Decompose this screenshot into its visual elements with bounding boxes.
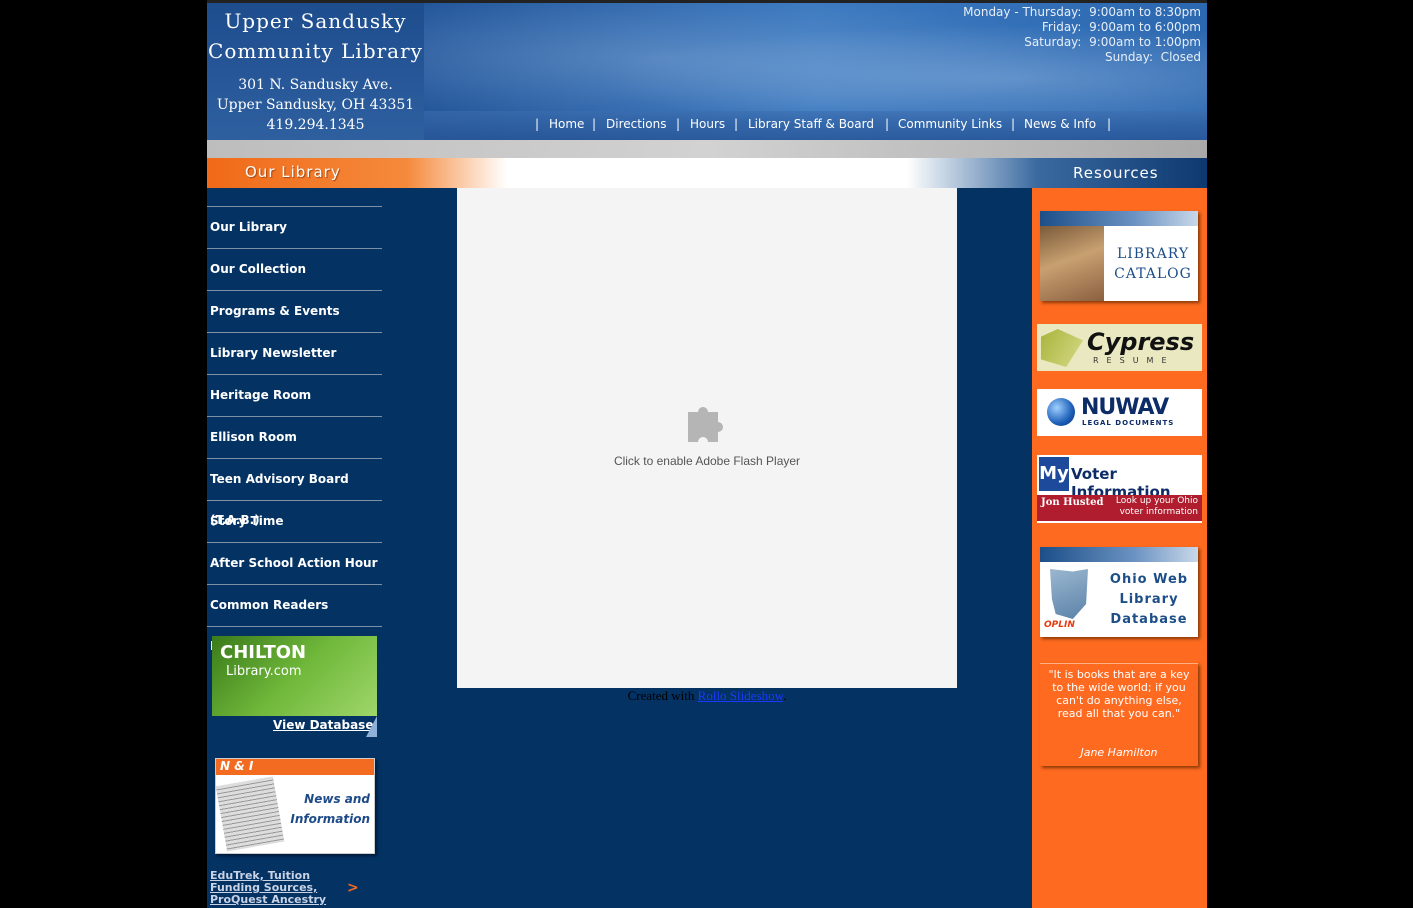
nuwav-title: NUWAV [1081,395,1169,420]
nav-separator: | [1107,117,1112,131]
globe-icon [1047,398,1075,426]
oplin-logo-label: OPLIN [1044,620,1075,630]
flash-enable-message: Click to enable Adobe Flash Player [613,454,801,468]
sidebar-item-library-newsletter[interactable]: Library Newsletter [207,332,382,374]
nav-news-info[interactable]: News & Info [1024,117,1096,131]
flash-player-placeholder[interactable]: Click to enable Adobe Flash Player [457,188,957,688]
sidebar-item-heritage-room[interactable]: Heritage Room [207,374,382,416]
nav-separator: | [885,117,890,131]
oplin-line3: Database [1110,612,1188,627]
voter-footer: Jon Husted Look up your Ohio voter infor… [1037,495,1202,521]
edutrek-line3: ProQuest Ancestry [210,893,327,906]
library-identity: Upper Sandusky Community Library 301 N. … [207,3,424,140]
oplin-line2: Library [1119,592,1179,607]
sidebar-nav: Our Library Our Collection Programs & Ev… [207,206,382,653]
created-with-credit: Created with Rollo Slideshow. [457,688,957,704]
cypress-title: Cypress [1087,328,1195,356]
nav-separator: | [535,117,540,131]
ohio-web-library-database-button[interactable]: OPLIN Ohio Web Library Database [1040,547,1198,637]
card-catalog-image [1040,226,1104,301]
resources-column: LIBRARY CATALOG Cypress RESUME NUWAV LEG… [1032,188,1207,908]
hours-saturday: Saturday: 9:00am to 1:00pm [1024,35,1201,49]
puzzle-piece-icon [688,407,723,442]
sidebar-item-common-readers-discussion[interactable]: Common Readers Discussion [207,584,382,653]
my-voter-information-button[interactable]: My Voter Information Jon Husted Look up … [1037,455,1202,523]
edutrek-link[interactable]: EduTrek, Tuition Funding Sources, ProQue… [210,870,326,906]
library-catalog-button[interactable]: LIBRARY CATALOG [1040,211,1198,301]
sidebar-item-our-collection[interactable]: Our Collection [207,248,382,290]
news-information-label: News and Information [278,789,370,829]
address-line1: 301 N. Sandusky Ave. [238,77,393,93]
news-line1: News and [304,792,370,806]
voter-lookup-text: Look up your Ohio voter information [1116,496,1198,518]
quote-text: "It is books that are a key to the wide … [1048,668,1190,720]
phone-number: 419.294.1345 [266,117,365,133]
newspaper-icon [215,776,285,852]
section-title-resources: Resources [1073,164,1159,182]
nav-separator: | [592,117,597,131]
nuwav-legal-documents-button[interactable]: NUWAV LEGAL DOCUMENTS [1037,389,1202,436]
nav-library-staff-board[interactable]: Library Staff & Board [748,117,874,131]
voter-look-line1: Look up your Ohio [1115,496,1198,506]
created-suffix: . [783,688,787,703]
sidebar-item-programs-events[interactable]: Programs & Events [207,290,382,332]
news-information-banner[interactable]: N & I News and Information [215,758,375,854]
cypress-subtitle: RESUME [1093,356,1175,365]
hours-friday: Friday: 9:00am to 6:00pm [1041,20,1201,34]
created-prefix: Created with [627,688,695,703]
divider-bar [207,140,1207,158]
nav-hours[interactable]: Hours [690,117,725,131]
sidebar-item-ellison-room[interactable]: Ellison Room [207,416,382,458]
catalog-line1: LIBRARY [1116,246,1190,262]
corner-arrow-icon [366,716,377,737]
chilton-library-banner[interactable]: CHILTON Library.com [212,636,377,716]
nav-community-links[interactable]: Community Links [898,117,1002,131]
news-information-tag: N & I [216,759,374,775]
oplin-header-strip [1040,547,1198,562]
voter-my-label: My [1039,457,1069,491]
section-header-bar: Our Library Resources [207,158,1207,188]
view-database-link[interactable]: View Database [273,718,373,732]
cypress-logo-icon [1041,329,1083,367]
oplin-title: Ohio Web Library Database [1100,570,1198,630]
nav-home[interactable]: Home [549,117,584,131]
chilton-title: CHILTON [220,642,307,663]
chilton-subtitle: Library.com [226,664,302,679]
nav-separator: | [676,117,681,131]
catalog-line2: CATALOG [1114,266,1192,282]
nav-separator: | [734,117,739,131]
news-line2: Information [290,812,370,826]
hours-weekday: Monday - Thursday: 9:00am to 8:30pm [963,5,1201,19]
section-title-our-library: Our Library [245,163,341,181]
sidebar-item-our-library[interactable]: Our Library [207,206,382,248]
catalog-header-strip [1040,211,1198,226]
arrow-right-icon[interactable]: > [347,880,359,896]
catalog-label: LIBRARY CATALOG [1108,244,1198,284]
top-navigation: | Home | Directions | Hours | Library St… [424,111,1207,140]
voter-look-line2: voter information [1119,507,1198,517]
quote-author: Jane Hamilton [1080,746,1158,759]
sidebar-item-teen-advisory-board[interactable]: Teen Advisory Board (T.A.B.) [207,458,382,527]
sidebar-item-after-school-action-hour[interactable]: After School Action Hour [207,542,382,584]
ohio-map-icon [1050,569,1088,619]
cypress-resume-button[interactable]: Cypress RESUME [1037,324,1202,371]
oplin-line1: Ohio Web [1109,572,1189,587]
nav-separator: | [1011,117,1016,131]
page: Upper Sandusky Community Library 301 N. … [207,0,1207,908]
library-name-line1: Upper Sandusky [224,9,407,33]
header: Upper Sandusky Community Library 301 N. … [207,3,1207,140]
nuwav-subtitle: LEGAL DOCUMENTS [1082,419,1175,427]
address-line2: Upper Sandusky, OH 43351 [216,97,415,113]
hours-sunday: Sunday: Closed [1104,50,1201,64]
view-database-link-row: View Database [212,716,377,737]
voter-secretary-name: Jon Husted [1041,497,1104,508]
quote-box: "It is books that are a key to the wide … [1040,663,1198,766]
library-name-line2: Community Library [208,39,423,63]
sidebar-item-story-time[interactable]: Story Time [207,500,382,542]
rollo-slideshow-link[interactable]: Rollo Slideshow [698,688,783,703]
nav-directions[interactable]: Directions [606,117,666,131]
